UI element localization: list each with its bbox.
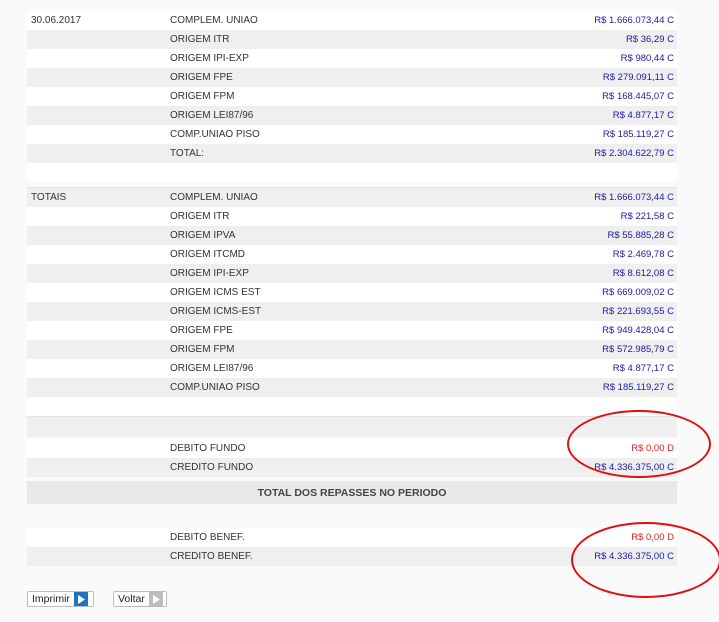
row-label: ORIGEM ITCMD xyxy=(170,249,245,260)
section-header-total-repasses: TOTAL DOS REPASSES NO PERIODO xyxy=(27,481,677,504)
row-label: ORIGEM FPM xyxy=(170,91,235,102)
table-row: ORIGEM ITR R$ 221,58 C xyxy=(27,207,677,226)
row-value: R$ 185.119,27 C xyxy=(602,129,674,140)
table-row: ORIGEM IPI-EXP R$ 8.612,08 C xyxy=(27,264,677,283)
row-label: ORIGEM IPI-EXP xyxy=(170,268,249,279)
row-label: ORIGEM ICMS-EST xyxy=(170,306,262,317)
totais-cell: TOTAIS xyxy=(31,192,67,203)
play-icon xyxy=(148,592,163,606)
row-label: ORIGEM ICMS EST xyxy=(170,287,261,298)
row-value: R$ 168.445,07 C xyxy=(602,91,674,102)
row-label: ORIGEM FPE xyxy=(170,325,233,336)
row-label: ORIGEM LEI87/96 xyxy=(170,363,254,374)
row-label: COMP.UNIAO PISO xyxy=(170,129,260,140)
row-value: R$ 185.119,27 C xyxy=(602,382,674,393)
section-date-table: 30.06.2017 COMPLEM. UNIAO R$ 1.666.073,4… xyxy=(27,11,677,182)
row-value: R$ 949.428,04 C xyxy=(602,325,674,336)
table-row: ORIGEM ICMS EST R$ 669.009,02 C xyxy=(27,283,677,302)
print-button-label: Imprimir xyxy=(32,593,70,605)
row-label: CREDITO FUNDO xyxy=(170,462,254,473)
row-value: R$ 4.877,17 C xyxy=(612,363,674,374)
row-label: CREDITO BENEF. xyxy=(170,551,253,562)
row-label: COMP.UNIAO PISO xyxy=(170,382,260,393)
table-row: ORIGEM ITR R$ 36,29 C xyxy=(27,30,677,49)
row-value: R$ 669.009,02 C xyxy=(602,287,674,298)
annotation-circle-fundo xyxy=(567,410,711,478)
row-label: DEBITO BENEF. xyxy=(170,532,245,543)
spacer-row xyxy=(27,397,677,416)
row-label: ORIGEM LEI87/96 xyxy=(170,110,254,121)
row-value: R$ 36,29 C xyxy=(625,34,674,45)
row-value: R$ 221,58 C xyxy=(620,211,674,222)
row-value: R$ 8.612,08 C xyxy=(612,268,674,279)
row-value: R$ 572.985,79 C xyxy=(602,344,674,355)
row-value: R$ 4.877,17 C xyxy=(612,110,674,121)
row-label: ORIGEM FPE xyxy=(170,72,233,83)
table-row: ORIGEM LEI87/96 R$ 4.877,17 C xyxy=(27,106,677,125)
table-row: ORIGEM IPVA R$ 55.885,28 C xyxy=(27,226,677,245)
row-label: ORIGEM IPVA xyxy=(170,230,236,241)
table-row: COMP.UNIAO PISO R$ 185.119,27 C xyxy=(27,378,677,397)
table-row: ORIGEM FPE R$ 949.428,04 C xyxy=(27,321,677,340)
print-button[interactable]: Imprimir xyxy=(27,591,94,607)
row-label: ORIGEM FPM xyxy=(170,344,235,355)
row-label: ORIGEM ITR xyxy=(170,34,230,45)
table-row: ORIGEM FPE R$ 279.091,11 C xyxy=(27,68,677,87)
play-icon xyxy=(73,592,88,606)
header-title: TOTAL DOS REPASSES NO PERIODO xyxy=(257,486,447,499)
row-value: R$ 980,44 C xyxy=(620,53,674,64)
row-value: R$ 2.304.622,79 C xyxy=(594,148,674,159)
table-row: ORIGEM FPM R$ 168.445,07 C xyxy=(27,87,677,106)
row-label: TOTAL: xyxy=(170,148,205,159)
row-value: R$ 2.469,78 C xyxy=(612,249,674,260)
back-button-label: Voltar xyxy=(118,593,145,605)
table-row: ORIGEM FPM R$ 572.985,79 C xyxy=(27,340,677,359)
back-button[interactable]: Voltar xyxy=(113,591,167,607)
table-row: COMP.UNIAO PISO R$ 185.119,27 C xyxy=(27,125,677,144)
table-row: ORIGEM IPI-EXP R$ 980,44 C xyxy=(27,49,677,68)
row-value: R$ 1.666.073,44 C xyxy=(594,15,674,26)
table-row: ORIGEM ICMS-EST R$ 221.693,55 C xyxy=(27,302,677,321)
table-row: 30.06.2017 COMPLEM. UNIAO R$ 1.666.073,4… xyxy=(27,11,677,30)
row-label: ORIGEM ITR xyxy=(170,211,230,222)
row-value: R$ 279.091,11 C xyxy=(602,72,674,83)
table-row: ORIGEM ITCMD R$ 2.469,78 C xyxy=(27,245,677,264)
spacer-row xyxy=(27,163,677,182)
row-value: R$ 55.885,28 C xyxy=(607,230,674,241)
table-row-total: TOTAL: R$ 2.304.622,79 C xyxy=(27,144,677,163)
row-label: COMPLEM. UNIAO xyxy=(170,15,258,26)
row-value: R$ 221.693,55 C xyxy=(602,306,674,317)
row-label: ORIGEM IPI-EXP xyxy=(170,53,249,64)
date-cell: 30.06.2017 xyxy=(31,15,82,26)
annotation-circle-benef xyxy=(571,522,719,598)
table-row: ORIGEM LEI87/96 R$ 4.877,17 C xyxy=(27,359,677,378)
row-value: R$ 1.666.073,44 C xyxy=(594,192,674,203)
row-label: DEBITO FUNDO xyxy=(170,443,246,454)
table-row: TOTAIS COMPLEM. UNIAO R$ 1.666.073,44 C xyxy=(27,187,677,207)
row-label: COMPLEM. UNIAO xyxy=(170,192,258,203)
